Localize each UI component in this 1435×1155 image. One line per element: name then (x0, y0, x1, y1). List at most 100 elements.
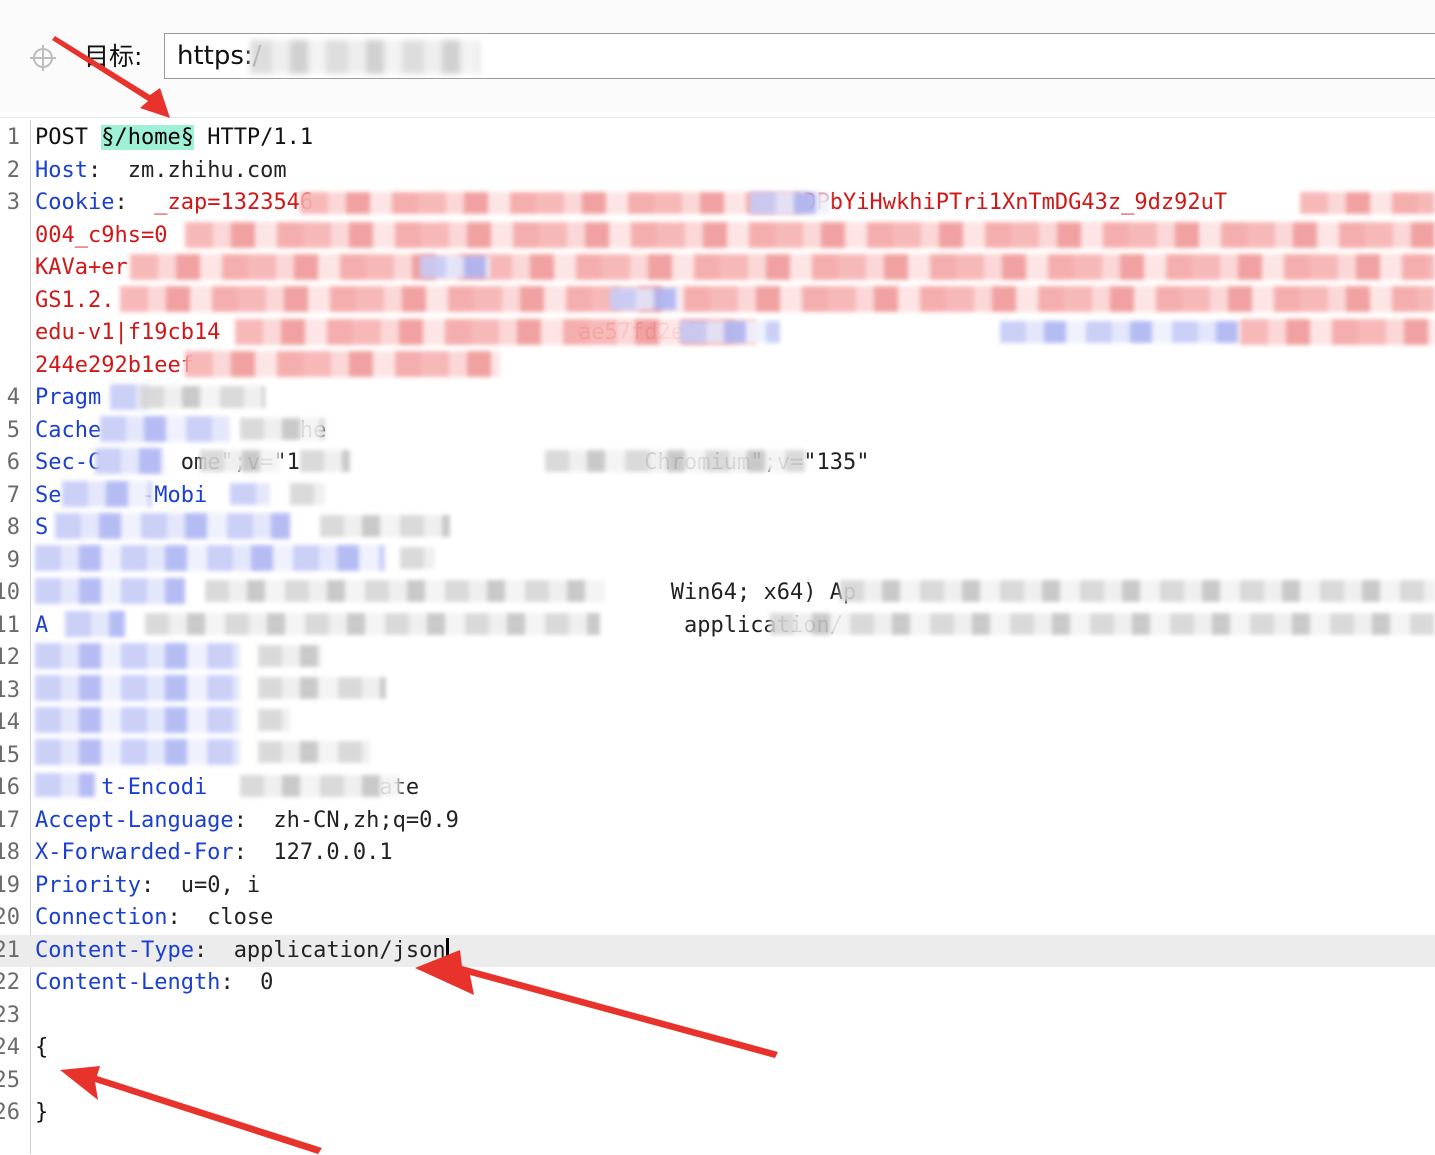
header-name: Connection (35, 905, 168, 930)
line-text: GS1.2. (35, 288, 115, 313)
editor-line[interactable]: 19 Priority: u=0, i (0, 870, 1435, 902)
line-number: 4 (6, 385, 20, 410)
header-name: S (35, 515, 49, 540)
redaction-block (290, 483, 325, 505)
line-text: : zm.zhihu.com (87, 158, 287, 183)
redaction-block (62, 481, 152, 507)
line-number: 13 (0, 678, 20, 703)
line-number: 14 (0, 710, 20, 735)
line-number: 25 (0, 1068, 20, 1093)
redaction-block (258, 741, 370, 763)
line-text: : 127.0.0.1 (233, 840, 393, 865)
line-code: GS1.2. (35, 285, 114, 317)
redaction-block (545, 450, 805, 472)
line-number: 24 (0, 1035, 20, 1060)
header-name: Priority (35, 873, 141, 898)
editor-line[interactable]: 17 Accept-Language: zh-CN,zh;q=0.9 (0, 805, 1435, 837)
redaction-block (35, 707, 240, 733)
line-text: _zap=1323546 (154, 190, 314, 215)
redaction-block (770, 613, 1435, 635)
redaction-block (145, 613, 600, 635)
line-text: : (114, 190, 155, 215)
editor-line[interactable]: 25 (0, 1065, 1435, 1097)
editor-line[interactable]: 7 Se -Mobi (0, 480, 1435, 512)
header-name: Pragm (35, 385, 102, 410)
header-name: Se (35, 483, 62, 508)
redaction-block (205, 580, 605, 602)
redaction-block (140, 386, 265, 408)
line-code: Host: zm.zhihu.com (35, 155, 287, 187)
line-number: 22 (0, 970, 20, 995)
line-number: 8 (6, 515, 20, 540)
editor-line[interactable]: 21 Content-Type: application/json (0, 935, 1435, 967)
line-code: Connection: close (35, 902, 273, 934)
editor-line[interactable]: 26} (0, 1097, 1435, 1129)
editor-line[interactable]: 22 Content-Length: 0 (0, 967, 1435, 999)
line-text: HTTP/1.1 (193, 125, 314, 150)
redaction-block (750, 192, 830, 214)
line-number: 23 (0, 1003, 20, 1028)
redaction-block (420, 256, 490, 278)
line-number: 15 (0, 743, 20, 768)
editor-line[interactable]: 18 X-Forwarded-For: 127.0.0.1 (0, 837, 1435, 869)
target-url-text: https:/ (177, 41, 262, 71)
redaction-block (35, 773, 95, 797)
redaction-block (240, 418, 325, 440)
line-code: POST §/home§ HTTP/1.1 (35, 122, 313, 154)
redaction-block (1300, 192, 1435, 214)
line-number: 7 (6, 483, 20, 508)
redaction-block (610, 288, 680, 310)
redaction-block (840, 580, 1435, 602)
target-bar: 目标: https:/ (0, 0, 1435, 112)
line-number: 20 (0, 905, 20, 930)
crosshair-icon[interactable] (29, 44, 57, 72)
header-name: Accept-Language (35, 808, 234, 833)
header-name: X-Forwarded-For (35, 840, 234, 865)
line-number: 9 (6, 548, 20, 573)
redaction-block (320, 515, 450, 537)
redaction-block (1000, 321, 1240, 343)
editor-line[interactable]: 20 Connection: close (0, 902, 1435, 934)
redaction-block (258, 709, 290, 731)
line-number: 11 (0, 613, 20, 638)
line-number: 3 (6, 190, 20, 215)
line-text: 004_c9hs=0 (35, 223, 168, 248)
redaction-block (35, 578, 185, 604)
redaction-block (100, 416, 230, 442)
line-code: Content-Type: application/json (35, 935, 449, 967)
header-name: A (35, 613, 49, 638)
editor-line[interactable]: 16 t-Encodi ate (0, 772, 1435, 804)
line-text: : u=0, i (140, 873, 261, 898)
line-text: POST (35, 125, 102, 150)
header-name: Content-Length (35, 970, 221, 995)
redaction-block (55, 513, 290, 539)
redaction-block (258, 645, 323, 667)
editor-line[interactable]: 24 { (0, 1032, 1435, 1064)
editor-line[interactable]: 23 (0, 1000, 1435, 1032)
redaction-block (400, 547, 435, 569)
line-number: 21 (0, 938, 20, 963)
redaction-block (200, 450, 280, 472)
editor-line[interactable]: 2 Host: zm.zhihu.com (0, 155, 1435, 187)
line-text: : zh-CN,zh;q=0.9 (233, 808, 459, 833)
url-redaction (250, 40, 480, 74)
redaction-block (258, 677, 386, 699)
redaction-block (1240, 319, 1435, 345)
target-label: 目标: (84, 42, 143, 71)
line-text: } (35, 1100, 49, 1125)
line-text: { (35, 1035, 49, 1060)
redaction-block (300, 450, 350, 472)
line-text: : close (167, 905, 274, 930)
editor-line[interactable]: 1 POST §/home§ HTTP/1.1 (0, 122, 1435, 154)
line-number: 2 (6, 158, 20, 183)
header-name: Host (35, 158, 88, 183)
line-number: 12 (0, 645, 20, 670)
redaction-block (185, 222, 1435, 248)
header-name: Sec-C (35, 450, 102, 475)
line-code: KAVa+er (35, 252, 128, 284)
line-text: DPbYiHwkhiPTri1XnTmDG43z_9dz92uT (803, 190, 1228, 215)
redaction-block (680, 321, 780, 343)
line-number: 26 (0, 1100, 20, 1125)
line-number: 19 (0, 873, 20, 898)
line-code: Priority: u=0, i (35, 870, 260, 902)
